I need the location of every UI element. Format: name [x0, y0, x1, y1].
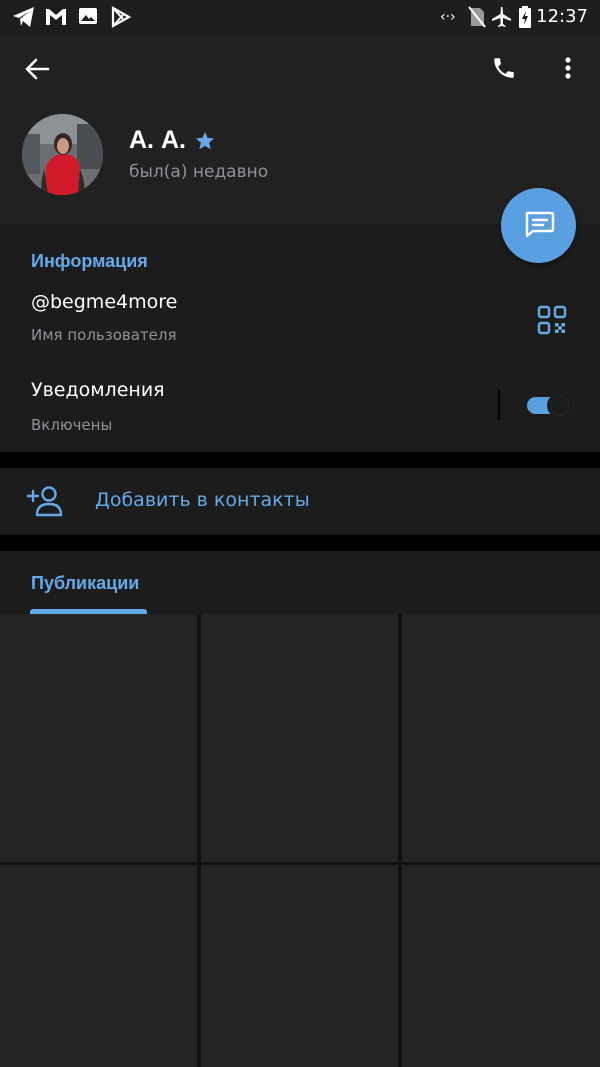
premium-star-icon[interactable]: [194, 130, 216, 152]
username-value[interactable]: @begme4more: [31, 291, 177, 313]
info-section-title: Информация: [31, 251, 148, 271]
avatar[interactable]: [22, 114, 103, 195]
toggle-thumb-center: [550, 396, 569, 415]
publications-grid: [0, 614, 600, 1067]
info-section: Информация @begme4more Имя пользователя …: [0, 224, 600, 452]
publications-tab-bar: Публикации: [0, 551, 600, 614]
phone-icon: [491, 55, 517, 85]
last-seen-status: был(а) недавно: [129, 162, 269, 182]
airplane-icon: [490, 6, 512, 32]
more-vert-icon: [564, 56, 572, 84]
publication-tile[interactable]: [201, 614, 398, 862]
add-person-icon: [26, 485, 63, 517]
data-saver-icon: ‹·›: [440, 6, 464, 30]
qr-code-button[interactable]: [536, 304, 568, 336]
clock: 12:37: [536, 6, 588, 27]
message-icon: [523, 209, 555, 243]
status-bar: ‹·› 12:37: [0, 0, 600, 34]
tab-publications[interactable]: Публикации: [31, 573, 139, 594]
publication-tile[interactable]: [402, 865, 600, 1067]
publication-tile[interactable]: [0, 865, 197, 1067]
profile-name-row: А. А.: [129, 126, 216, 155]
add-to-contacts-row[interactable]: Добавить в контакты: [0, 468, 600, 535]
publication-tile[interactable]: [402, 614, 600, 862]
publication-tile[interactable]: [0, 614, 197, 862]
gmail-icon: [44, 6, 68, 30]
svg-text:‹·›: ‹·›: [440, 9, 456, 25]
profile-name: А. А.: [129, 126, 186, 154]
notifications-toggle[interactable]: [527, 392, 573, 419]
add-to-contacts-label: Добавить в контакты: [95, 489, 310, 511]
publication-tile[interactable]: [201, 865, 398, 1067]
play-store-icon: [110, 6, 132, 32]
telegram-icon: [12, 6, 36, 32]
back-button[interactable]: [20, 54, 54, 88]
username-caption: Имя пользователя: [31, 326, 177, 344]
no-sim-icon: [468, 6, 486, 32]
battery-charging-icon: [518, 6, 532, 32]
vertical-divider: [498, 390, 500, 420]
more-options-button[interactable]: [554, 52, 582, 88]
notifications-label[interactable]: Уведомления: [31, 379, 165, 401]
gallery-icon: [78, 6, 98, 30]
profile-header: А. А. был(а) недавно: [0, 34, 600, 224]
qr-code-icon: [536, 305, 568, 340]
arrow-left-icon: [24, 58, 50, 84]
send-message-button[interactable]: [501, 188, 576, 263]
call-button[interactable]: [486, 52, 522, 88]
notifications-status: Включены: [31, 416, 113, 434]
